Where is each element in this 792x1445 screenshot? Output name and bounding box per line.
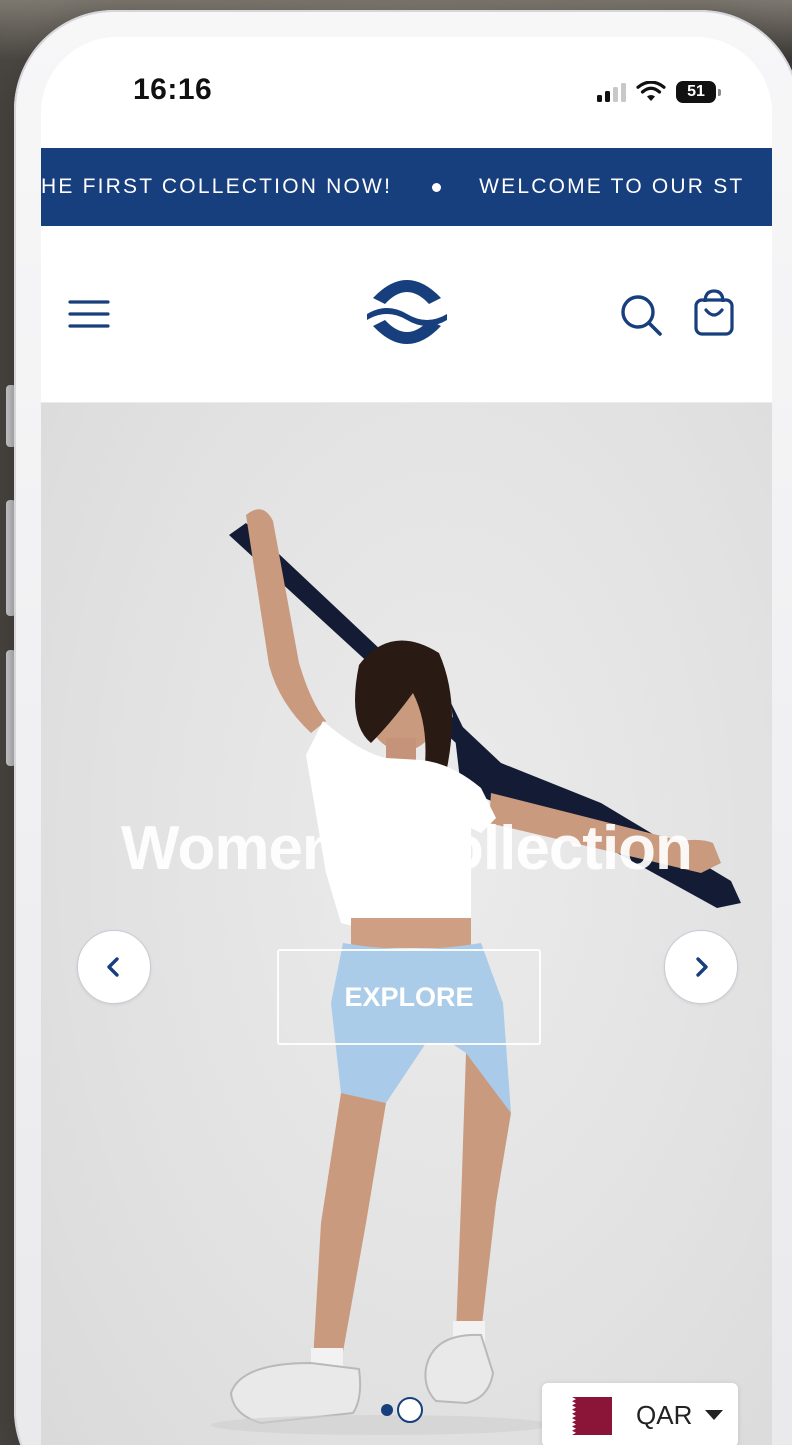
explore-button[interactable]: EXPLORE xyxy=(277,949,541,1045)
status-bar: 16:16 51 xyxy=(41,37,772,148)
chevron-left-icon xyxy=(107,957,119,977)
currency-code: QAR xyxy=(636,1400,693,1430)
caret-down-icon xyxy=(705,1410,723,1420)
site-header xyxy=(41,226,772,403)
hero-model-image xyxy=(211,509,741,1435)
hero-title: Women's Collection xyxy=(121,814,693,883)
status-icons: 51 xyxy=(597,79,721,105)
slide-dot-2[interactable] xyxy=(397,1397,423,1423)
phone-screen: 16:16 51 HE FIRST COLLECTION NOW! WELCOM… xyxy=(41,37,772,1445)
announcement-bar[interactable]: HE FIRST COLLECTION NOW! WELCOME TO OUR … xyxy=(41,148,772,226)
announcement-message-1: HE FIRST COLLECTION NOW! xyxy=(41,175,393,198)
battery-icon: 51 xyxy=(676,81,721,103)
status-time: 16:16 xyxy=(133,73,213,106)
currency-selector[interactable]: QAR xyxy=(542,1383,738,1445)
hero-slider[interactable]: Women's Collection EXPLORE QAR xyxy=(41,403,772,1445)
qatar-flag-icon xyxy=(556,1397,612,1435)
search-button[interactable] xyxy=(618,292,664,338)
menu-button[interactable] xyxy=(68,292,112,336)
separator-dot-icon xyxy=(432,182,442,192)
menu-icon xyxy=(68,300,110,328)
slider-prev-button[interactable] xyxy=(77,930,151,1004)
signal-icon xyxy=(597,82,626,102)
announcement-message-2: WELCOME TO OUR ST xyxy=(479,175,745,198)
wifi-icon xyxy=(636,81,666,101)
cart-button[interactable] xyxy=(691,288,737,338)
cart-icon xyxy=(694,289,734,336)
slide-dot-1[interactable] xyxy=(381,1404,393,1416)
brand-logo[interactable] xyxy=(363,268,451,356)
search-icon xyxy=(621,295,662,336)
announcement-track: HE FIRST COLLECTION NOW! WELCOME TO OUR … xyxy=(41,148,744,226)
slider-next-button[interactable] xyxy=(664,930,738,1004)
slider-pagination xyxy=(381,1397,423,1423)
battery-level: 51 xyxy=(687,83,705,100)
chevron-right-icon xyxy=(696,957,708,977)
